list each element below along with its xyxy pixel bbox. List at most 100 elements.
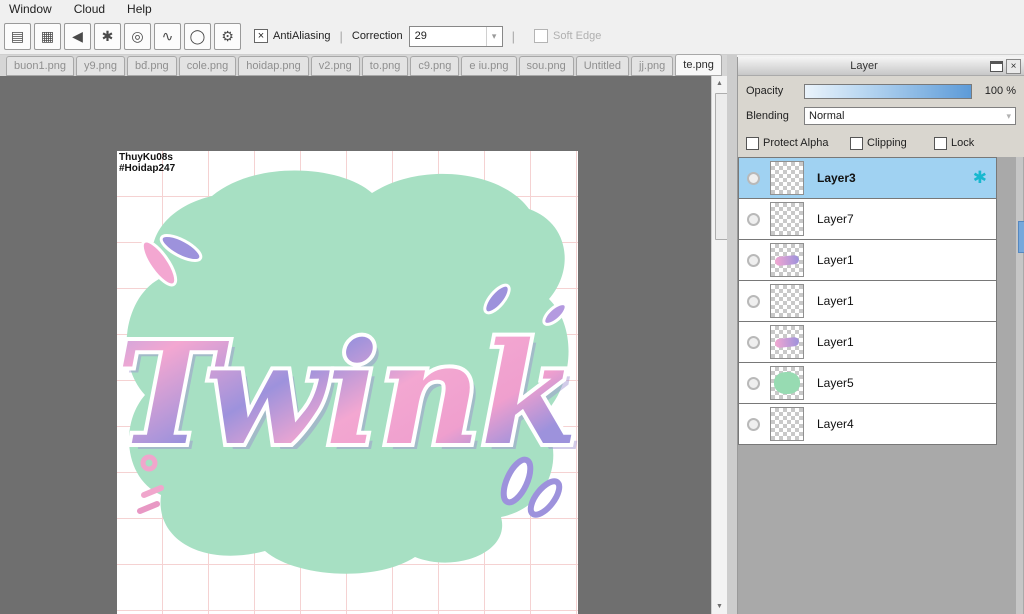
clipping-checkbox[interactable] [850, 136, 863, 150]
layer-thumbnail [770, 407, 804, 441]
tab-y9[interactable]: y9.png [76, 56, 126, 76]
layer-visibility-toggle[interactable] [739, 199, 768, 239]
blending-dropdown[interactable]: Normal ▾ [804, 107, 1016, 125]
scroll-up-arrow-icon[interactable]: ▲ [712, 76, 727, 91]
layer-list-scrollbar-thumb[interactable] [1018, 221, 1024, 253]
clipping-option[interactable]: Clipping [850, 136, 934, 150]
layer-name: Layer1 [817, 253, 854, 267]
hatch-pattern-tool-button[interactable]: ▤ [4, 22, 31, 50]
artwork-text: Twink [117, 313, 578, 477]
layer-list: Layer3 ✱ Layer7 Layer1 Layer1 Layer1 Lay… [738, 157, 997, 445]
popout-window-icon[interactable] [990, 60, 1003, 72]
correction-dropdown[interactable]: 29 ▾ [408, 25, 503, 47]
tab-c9[interactable]: c9.png [410, 56, 460, 76]
menu-window[interactable]: Window [9, 2, 52, 16]
tab-label: sou.png [526, 60, 566, 72]
layer-row-layer3[interactable]: Layer3 ✱ [738, 157, 997, 199]
visibility-dot-icon [747, 294, 760, 308]
correction-label: Correction [351, 30, 403, 42]
arrow-tool-button[interactable]: ◀ [64, 22, 91, 50]
layer-name: Layer3 [817, 171, 856, 185]
concentric-circles-tool-button[interactable]: ◎ [124, 22, 151, 50]
toolbar-separator: | [339, 28, 343, 44]
layer-row-layer5[interactable]: Layer5 [738, 363, 997, 404]
watermark-line2: #Hoidap247 [119, 163, 176, 174]
layer-thumbnail [770, 325, 804, 359]
settings-tool-button[interactable]: ⚙ [214, 22, 241, 50]
layer-visibility-toggle[interactable] [739, 404, 768, 444]
toolbar: ▤ ▦ ◀ ✱ ◎ ∿ ◯ ⚙ × AntiAliasing | Correct… [0, 18, 1024, 55]
layer-row-layer4[interactable]: Layer4 [738, 404, 997, 445]
layer-visibility-toggle[interactable] [739, 322, 768, 362]
menu-cloud[interactable]: Cloud [74, 2, 105, 16]
layer-list-region: Layer3 ✱ Layer7 Layer1 Layer1 Layer1 Lay… [738, 157, 1024, 614]
tab-label: c9.png [418, 60, 452, 72]
tab-buon1[interactable]: buon1.png [6, 56, 74, 76]
correction-dropdown-arrow-icon[interactable]: ▾ [485, 26, 502, 46]
protect-alpha-checkbox[interactable] [746, 136, 759, 150]
layer-visibility-toggle[interactable] [739, 240, 768, 280]
layer-row-layer1-b[interactable]: Layer1 [738, 281, 997, 322]
layer-name: Layer1 [817, 335, 854, 349]
layer-visibility-toggle[interactable] [739, 281, 768, 321]
toolbar-separator: | [511, 28, 516, 44]
layer-visibility-toggle[interactable] [739, 158, 768, 198]
antialiasing-checkbox[interactable]: × [254, 29, 268, 43]
menu-help[interactable]: Help [127, 2, 152, 16]
grid-pattern-icon: ▦ [40, 27, 55, 44]
layer-panel-title: Layer [850, 60, 878, 72]
tab-jj[interactable]: jj.png [631, 56, 674, 76]
menu-bar: Window Cloud Help [0, 0, 1024, 18]
layer-thumbnail [770, 366, 804, 400]
visibility-dot-icon [747, 253, 760, 267]
tab-to[interactable]: to.png [361, 56, 409, 76]
layer-thumbnail [770, 202, 804, 236]
tab-sou[interactable]: sou.png [518, 56, 574, 76]
circle-tool-button[interactable]: ◯ [184, 22, 211, 50]
watermark-line1: ThuyKu08s [119, 152, 173, 163]
accent-dash-2 [137, 501, 160, 514]
antialiasing-label: AntiAliasing [273, 30, 331, 42]
scroll-down-arrow-icon[interactable]: ▼ [712, 599, 727, 614]
tab-label: hoidap.png [246, 60, 301, 72]
canvas-watermark: ThuyKu08s #Hoidap247 [119, 152, 175, 174]
visibility-dot-icon [747, 171, 760, 185]
tab-label: bđ.png [135, 60, 169, 72]
lock-checkbox[interactable] [934, 136, 947, 150]
soft-edge-checkbox[interactable] [534, 29, 549, 43]
tab-v2[interactable]: v2.png [310, 56, 360, 76]
tab-label: buon1.png [14, 60, 66, 72]
layer-list-scrollbar[interactable] [1016, 157, 1024, 614]
tab-untitled[interactable]: Untitled [575, 56, 629, 76]
visibility-dot-icon [747, 335, 760, 349]
layer-row-layer1-a[interactable]: Layer1 [738, 240, 997, 281]
star-burst-tool-button[interactable]: ✱ [94, 22, 121, 50]
circle-icon: ◯ [189, 27, 206, 44]
lock-label: Lock [951, 137, 975, 149]
protect-alpha-option[interactable]: Protect Alpha [746, 136, 850, 150]
layer-row-layer1-c[interactable]: Layer1 [738, 322, 997, 363]
close-icon[interactable]: × [1006, 58, 1021, 74]
visibility-dot-icon [747, 417, 760, 431]
layer-effect-icon[interactable]: ✱ [973, 168, 987, 188]
layer-name: Layer4 [817, 417, 854, 431]
tab-hoidap[interactable]: hoidap.png [238, 56, 309, 76]
grid-pattern-tool-button[interactable]: ▦ [34, 22, 61, 50]
curve-tool-button[interactable]: ∿ [154, 22, 181, 50]
hatch-pattern-icon: ▤ [10, 27, 25, 44]
drawing-canvas[interactable]: ThuyKu08s #Hoidap247 Twink Twink [117, 151, 578, 614]
opacity-slider[interactable] [804, 83, 972, 99]
tab-te-active[interactable]: te.png [675, 54, 722, 76]
layer-visibility-toggle[interactable] [739, 363, 768, 403]
canvas-vertical-scrollbar[interactable]: ▲ ▼ [711, 76, 749, 614]
tab-bd[interactable]: bđ.png [127, 56, 177, 76]
layer-panel: Layer × Opacity 100 % Blending Normal ▾ … [737, 57, 1024, 614]
lock-option[interactable]: Lock [934, 136, 975, 150]
tab-eiu[interactable]: e iu.png [461, 56, 517, 76]
layer-thumbnail [770, 161, 804, 195]
tab-label: to.png [369, 60, 401, 72]
layer-row-layer7[interactable]: Layer7 [738, 199, 997, 240]
layer-panel-header[interactable]: Layer × [738, 57, 1024, 76]
tab-cole[interactable]: cole.png [178, 56, 237, 76]
layer-name: Layer1 [817, 294, 854, 308]
